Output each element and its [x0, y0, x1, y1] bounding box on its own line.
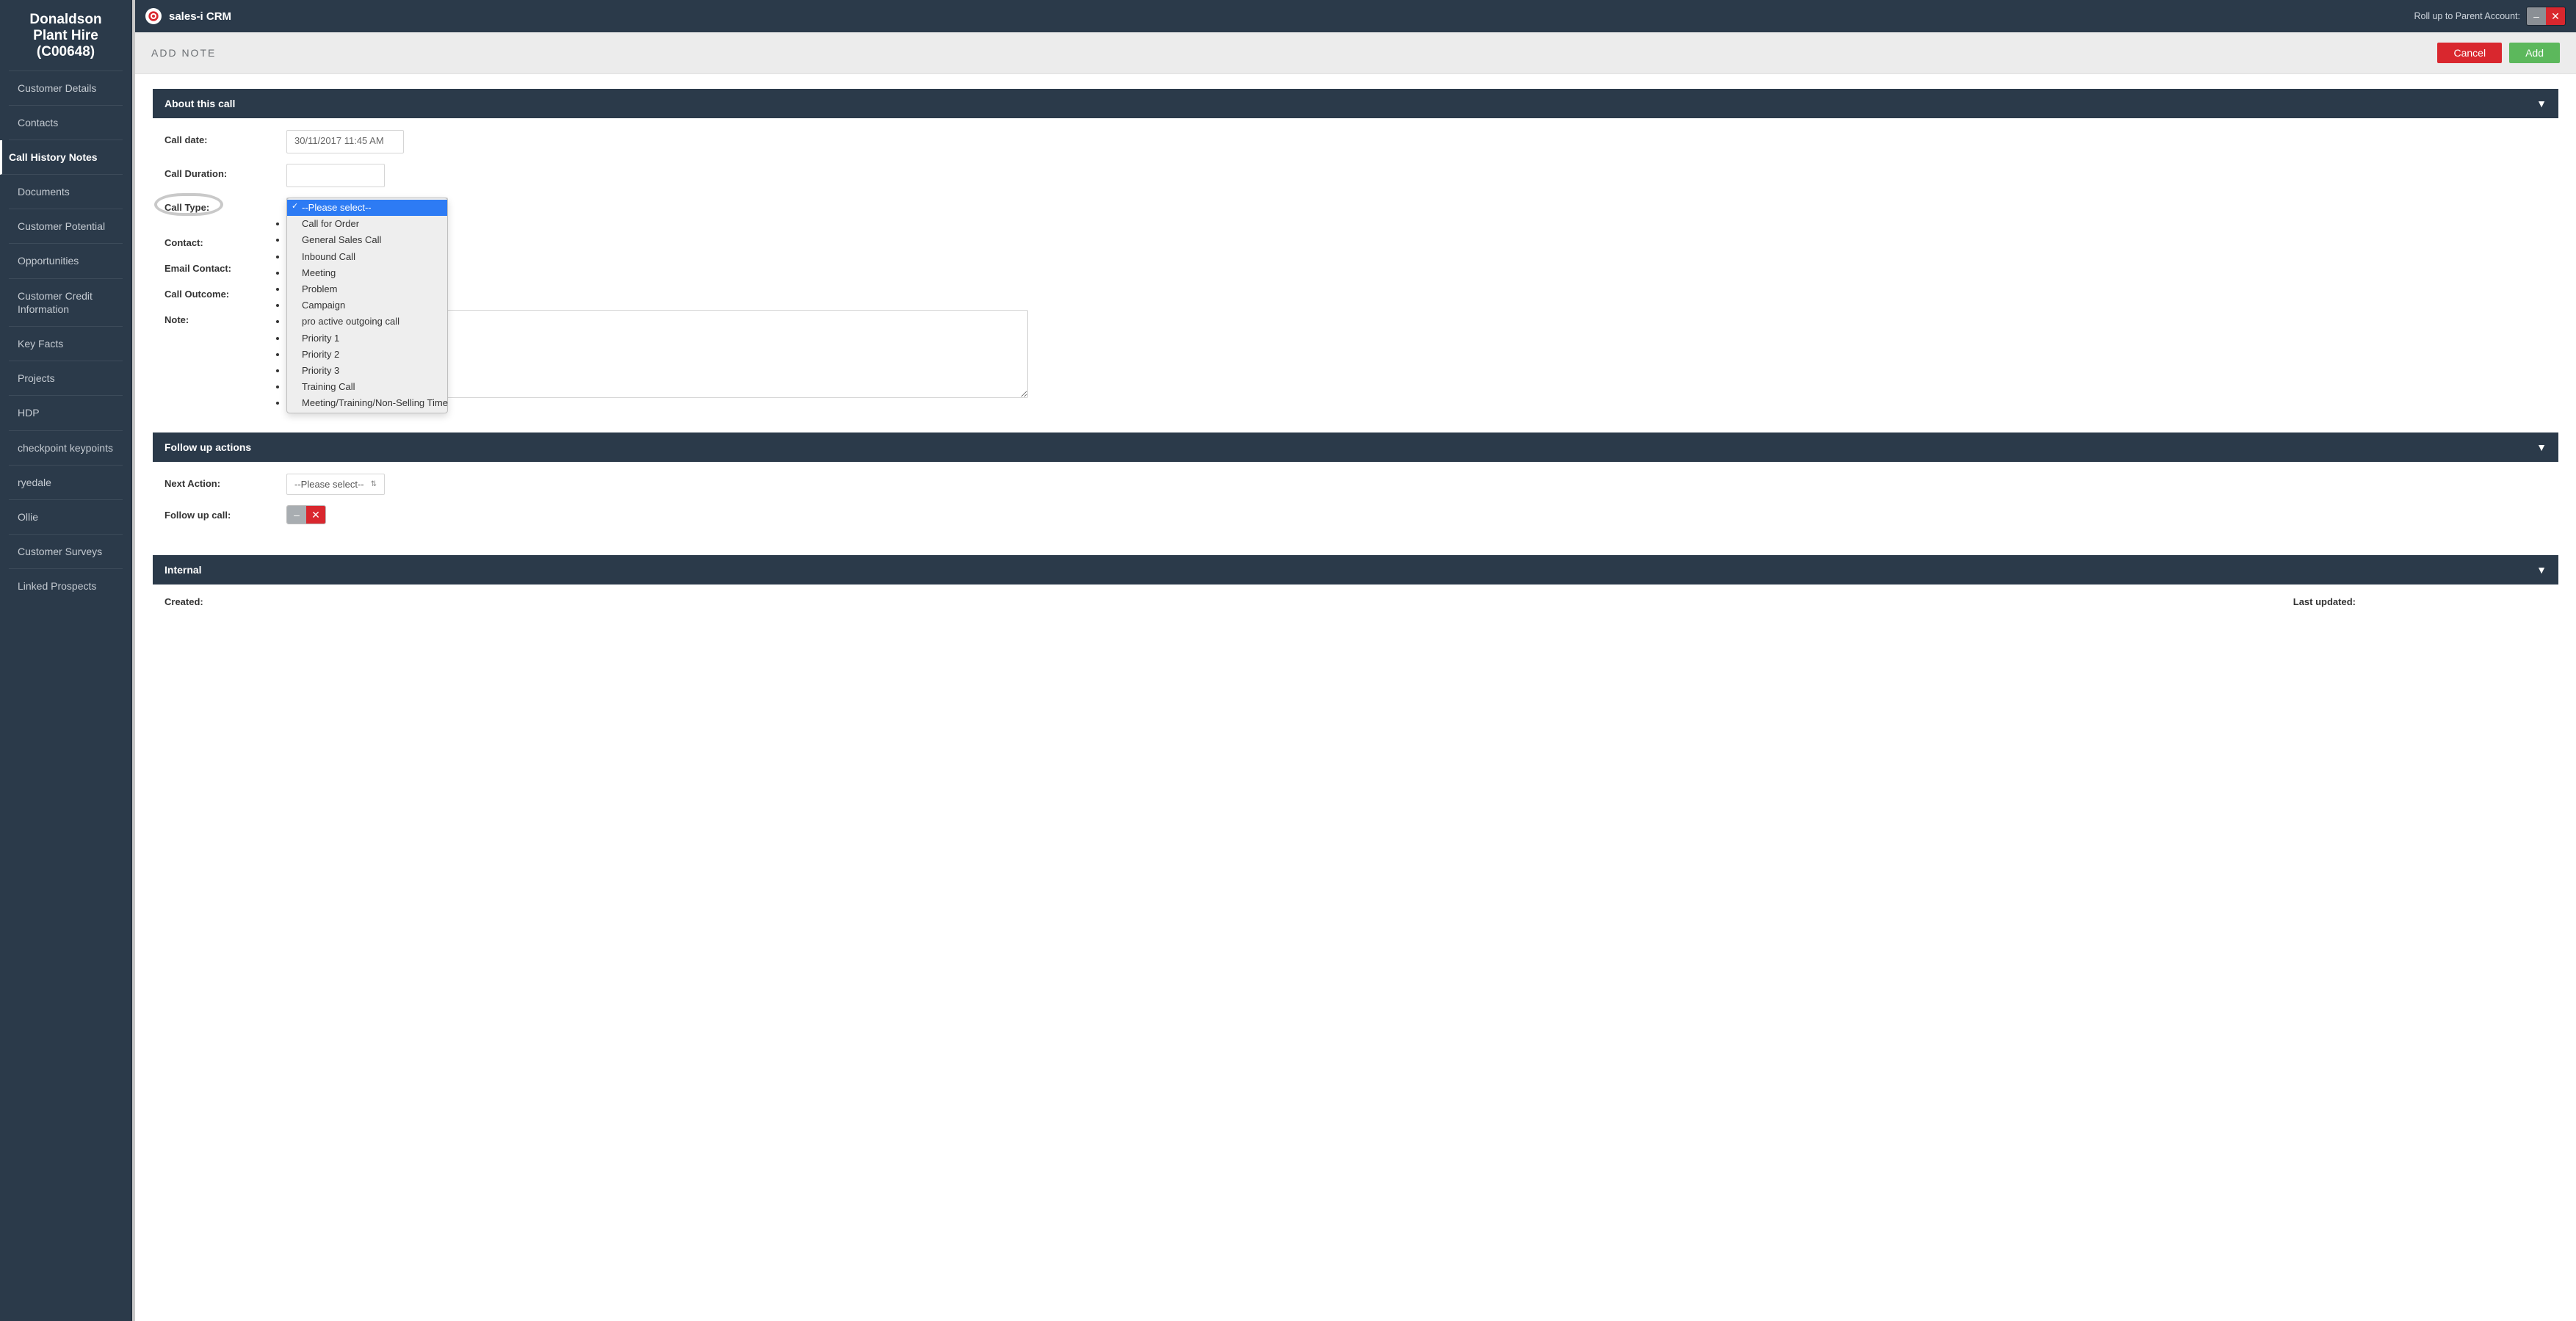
dropdown-item-call-type[interactable]: Priority 2 — [287, 347, 447, 363]
account-name-line1: Donaldson — [7, 12, 124, 28]
dropdown-item-call-type[interactable]: Training Call — [287, 379, 447, 395]
label-last-updated: Last updated: — [2293, 596, 2356, 607]
rollup-close-icon[interactable]: ✕ — [2546, 7, 2565, 25]
sidebar-item-customer-potential[interactable]: Customer Potential — [9, 209, 123, 244]
label-contact: Contact: — [164, 233, 275, 248]
label-call-type: Call Type: — [164, 198, 217, 213]
select-next-action[interactable]: --Please select-- ⇅ — [286, 474, 385, 495]
select-next-action-value: --Please select-- — [294, 479, 364, 490]
subbar: ADD NOTE Cancel Add — [135, 32, 2576, 74]
panel-header-about[interactable]: About this call ▼ — [153, 89, 2558, 118]
sidebar-item-linked-prospects[interactable]: Linked Prospects — [9, 569, 123, 603]
sidebar-item-key-facts[interactable]: Key Facts — [9, 327, 123, 361]
panel-header-internal[interactable]: Internal ▼ — [153, 555, 2558, 585]
sidebar-account-header: Donaldson Plant Hire (C00648) — [0, 7, 131, 70]
dropdown-item-call-type[interactable]: Campaign — [287, 297, 447, 314]
panel-follow-up-actions: Follow up actions ▼ Next Action: --Pleas… — [153, 433, 2558, 542]
toggle-off-icon[interactable]: – — [287, 506, 306, 524]
account-name-line2: Plant Hire — [7, 28, 124, 44]
add-button[interactable]: Add — [2509, 43, 2560, 63]
sidebar-item-customer-details[interactable]: Customer Details — [9, 71, 123, 106]
sidebar-item-opportunities[interactable]: Opportunities — [9, 244, 123, 278]
main-content: sales-i CRM Roll up to Parent Account: –… — [135, 0, 2576, 1321]
topbar: sales-i CRM Roll up to Parent Account: –… — [135, 0, 2576, 32]
dropdown-item-call-type[interactable]: Call for Order — [287, 216, 447, 232]
dropdown-item-call-type[interactable]: --Please select-- — [287, 200, 447, 216]
toggle-follow-up-call[interactable]: – ✕ — [286, 505, 326, 524]
dropdown-item-call-type[interactable]: Priority 3 — [287, 363, 447, 379]
label-email-contact: Email Contact: — [164, 258, 275, 274]
label-follow-up-call: Follow up call: — [164, 505, 275, 521]
panel-title-about: About this call — [164, 98, 235, 109]
sidebar: Donaldson Plant Hire (C00648) Customer D… — [0, 0, 132, 1321]
dropdown-item-call-type[interactable]: Inbound Call — [287, 249, 447, 265]
panel-header-followup[interactable]: Follow up actions ▼ — [153, 433, 2558, 462]
label-call-date: Call date: — [164, 130, 275, 145]
dropdown-item-call-type[interactable]: General Sales Call — [287, 232, 447, 248]
sidebar-item-ollie[interactable]: Ollie — [9, 500, 123, 535]
sidebar-item-projects[interactable]: Projects — [9, 361, 123, 396]
rollup-toggle[interactable]: – ✕ — [2526, 7, 2566, 26]
page-title: ADD NOTE — [151, 47, 216, 59]
sidebar-item-hdp[interactable]: HDP — [9, 396, 123, 430]
account-code: (C00648) — [7, 44, 124, 60]
cancel-button[interactable]: Cancel — [2437, 43, 2502, 63]
input-call-date[interactable]: 30/11/2017 11:45 AM — [286, 130, 404, 153]
sidebar-item-documents[interactable]: Documents — [9, 175, 123, 209]
dropdown-item-call-type[interactable]: Meeting/Training/Non-Selling Time — [287, 395, 447, 411]
dropdown-item-call-type[interactable]: Meeting — [287, 265, 447, 281]
input-call-duration[interactable] — [286, 164, 385, 187]
sidebar-item-ryedale[interactable]: ryedale — [9, 466, 123, 500]
rollup-off-icon[interactable]: – — [2527, 7, 2546, 25]
dropdown-item-call-type[interactable]: Problem — [287, 281, 447, 297]
panel-title-internal: Internal — [164, 564, 202, 576]
panel-internal: Internal ▼ Created: Last updated: — [153, 555, 2558, 615]
brand-logo-icon — [145, 8, 162, 24]
toggle-close-icon[interactable]: ✕ — [306, 506, 325, 524]
select-arrows-icon: ⇅ — [371, 481, 377, 488]
dropdown-item-call-type[interactable]: pro active outgoing call — [287, 314, 447, 330]
sidebar-item-contacts[interactable]: Contacts — [9, 106, 123, 140]
sidebar-item-call-history-notes[interactable]: Call History Notes — [0, 140, 123, 175]
panel-about-this-call: About this call ▼ Call date: 30/11/2017 … — [153, 89, 2558, 419]
dropdown-item-call-type[interactable]: Priority 1 — [287, 330, 447, 347]
dropdown-call-type[interactable]: --Please select--Call for OrderGeneral S… — [286, 198, 448, 413]
chevron-down-icon: ▼ — [2536, 98, 2547, 109]
brand-title: sales-i CRM — [169, 10, 231, 23]
label-created: Created: — [164, 596, 203, 607]
chevron-down-icon: ▼ — [2536, 441, 2547, 453]
label-call-duration: Call Duration: — [164, 164, 275, 179]
sidebar-item-customer-surveys[interactable]: Customer Surveys — [9, 535, 123, 569]
sidebar-item-customer-credit-information[interactable]: Customer Credit Information — [9, 279, 123, 327]
label-note: Note: — [164, 310, 275, 325]
sidebar-item-checkpoint-keypoints[interactable]: checkpoint keypoints — [9, 431, 123, 466]
rollup-label: Roll up to Parent Account: — [2414, 11, 2520, 21]
chevron-down-icon: ▼ — [2536, 564, 2547, 576]
panel-title-followup: Follow up actions — [164, 441, 251, 453]
label-next-action: Next Action: — [164, 474, 275, 489]
label-call-outcome: Call Outcome: — [164, 284, 275, 300]
